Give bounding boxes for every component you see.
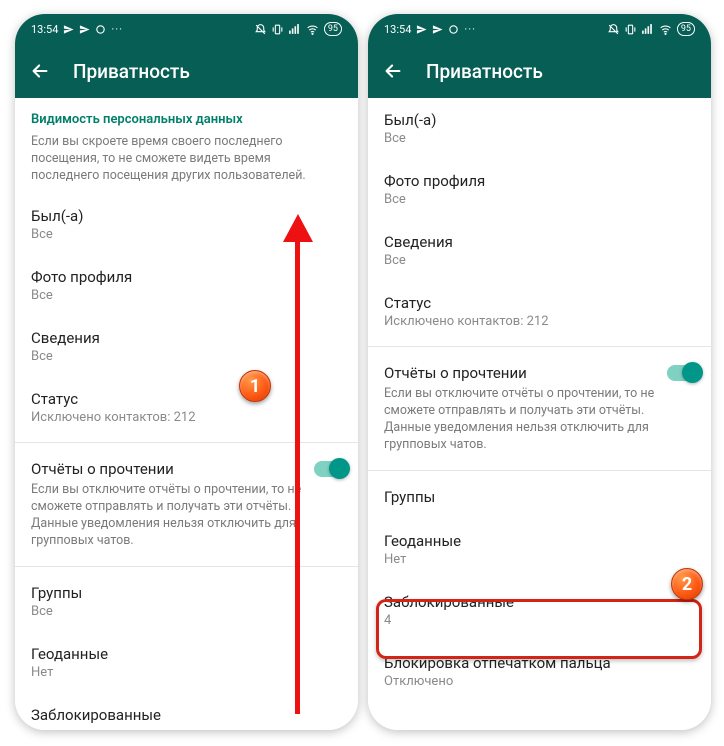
- item-label: Геоданные: [384, 532, 695, 550]
- annotation-arrow-line: [295, 234, 300, 714]
- send-icon: [63, 24, 74, 35]
- setting-read-receipts[interactable]: Отчёты о прочтении Если вы отключите отч…: [15, 447, 358, 562]
- item-label: Отчёты о прочтении: [384, 364, 695, 382]
- setting-about[interactable]: Сведения Все: [368, 220, 711, 281]
- setting-fingerprint-lock[interactable]: Блокировка отпечатком пальца Отключено: [368, 641, 711, 702]
- wifi-icon: [658, 23, 673, 36]
- setting-profile-photo[interactable]: Фото профиля Все: [15, 255, 358, 316]
- setting-blocked[interactable]: Заблокированные: [15, 693, 358, 730]
- item-label: Блокировка отпечатком пальца: [384, 654, 695, 672]
- setting-status[interactable]: Статус Исключено контактов: 212: [368, 281, 711, 342]
- setting-last-seen[interactable]: Был(-а) Все: [368, 98, 711, 159]
- read-receipts-switch[interactable]: [667, 365, 701, 381]
- status-time: 13:54: [384, 23, 411, 36]
- divider: [368, 470, 711, 471]
- item-label: Сведения: [384, 233, 695, 251]
- mute-icon: [254, 23, 267, 36]
- item-label: Фото профиля: [384, 172, 695, 190]
- settings-content[interactable]: Был(-а) Все Фото профиля Все Сведения Вс…: [368, 98, 711, 730]
- battery-indicator: 95: [324, 22, 342, 36]
- status-bar: 13:54 ··· 95: [15, 14, 358, 44]
- phone-left: 13:54 ··· 95 Приватность Видимость персо…: [15, 14, 358, 730]
- item-value: Все: [384, 192, 695, 207]
- divider: [15, 442, 358, 443]
- wifi-icon: [305, 23, 320, 36]
- annotation-badge-2: 2: [671, 568, 703, 600]
- signal-icon: [288, 23, 301, 36]
- more-dots-icon: ···: [464, 23, 476, 36]
- item-value: Нет: [384, 552, 695, 567]
- section-description: Если вы скроете время своего последнего …: [15, 133, 358, 194]
- status-bar: 13:54 ··· 95: [368, 14, 711, 44]
- battery-indicator: 95: [677, 22, 695, 36]
- item-value: Все: [384, 253, 695, 268]
- item-label: Статус: [384, 294, 695, 312]
- back-button[interactable]: [29, 60, 51, 82]
- setting-profile-photo[interactable]: Фото профиля Все: [368, 159, 711, 220]
- read-receipts-switch[interactable]: [314, 461, 348, 477]
- item-description: Если вы отключите отчёты о прочтении, то…: [384, 385, 695, 453]
- item-value: Исключено контактов: 212: [384, 314, 695, 329]
- sync-icon: [448, 24, 459, 35]
- setting-geodata[interactable]: Геоданные Нет: [15, 632, 358, 693]
- signal-icon: [641, 23, 654, 36]
- section-heading: Видимость персональных данных: [15, 98, 358, 133]
- send-icon: [79, 24, 90, 35]
- setting-groups[interactable]: Группы: [368, 475, 711, 519]
- setting-geodata[interactable]: Геоданные Нет: [368, 519, 711, 580]
- divider: [368, 346, 711, 347]
- app-header: Приватность: [15, 44, 358, 98]
- page-title: Приватность: [426, 60, 543, 83]
- item-label: Был(-а): [384, 111, 695, 129]
- back-button[interactable]: [382, 60, 404, 82]
- item-label: Заблокированные: [384, 593, 695, 611]
- more-dots-icon: ···: [111, 23, 123, 36]
- setting-read-receipts[interactable]: Отчёты о прочтении Если вы отключите отч…: [368, 351, 711, 466]
- setting-blocked[interactable]: Заблокированные 4: [368, 580, 711, 641]
- setting-status[interactable]: Статус Исключено контактов: 212: [15, 377, 358, 438]
- setting-about[interactable]: Сведения Все: [15, 316, 358, 377]
- phone-right: 13:54 ··· 95 Приватность Был(-а) Все Фот…: [368, 14, 711, 730]
- setting-groups[interactable]: Группы Все: [15, 571, 358, 632]
- divider: [15, 566, 358, 567]
- settings-content[interactable]: Видимость персональных данных Если вы ск…: [15, 98, 358, 730]
- sync-icon: [95, 24, 106, 35]
- app-header: Приватность: [368, 44, 711, 98]
- vibrate-icon: [271, 23, 284, 36]
- item-label: Группы: [384, 488, 695, 506]
- status-time: 13:54: [31, 23, 58, 36]
- item-value: 4: [384, 613, 695, 628]
- item-value: Все: [384, 131, 695, 146]
- item-value: Отключено: [384, 674, 695, 689]
- page-title: Приватность: [73, 60, 190, 83]
- annotation-badge-1: 1: [239, 370, 271, 402]
- mute-icon: [607, 23, 620, 36]
- send-icon: [432, 24, 443, 35]
- send-icon: [416, 24, 427, 35]
- vibrate-icon: [624, 23, 637, 36]
